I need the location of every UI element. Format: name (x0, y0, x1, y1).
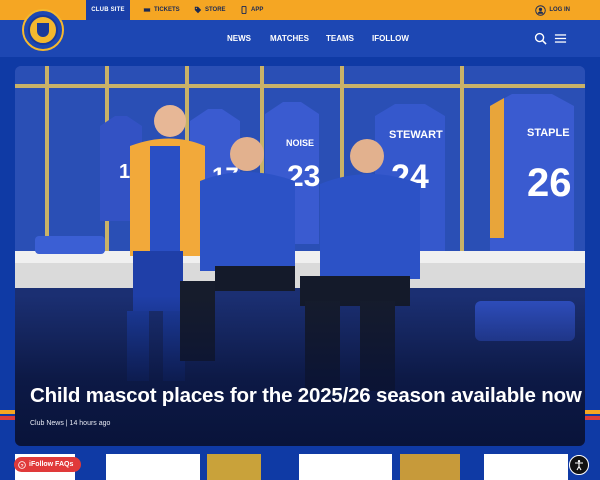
ifollow-faqs-button[interactable]: ? iFollow FAQs (14, 457, 82, 472)
news-card-preview[interactable] (299, 454, 392, 480)
nav-item-ifollow[interactable]: IFOLLOW (372, 20, 409, 57)
login-link[interactable]: LOG IN (535, 0, 570, 20)
main-navigation: NEWS MATCHES TEAMS IFOLLOW (0, 20, 600, 57)
news-card-preview[interactable] (106, 454, 200, 480)
club-crest-logo[interactable] (22, 9, 64, 51)
user-icon (535, 4, 547, 16)
club-site-link[interactable]: CLUB SITE (86, 0, 130, 20)
side-stripe (0, 416, 15, 420)
news-card-preview[interactable] (484, 454, 568, 480)
side-stripe (585, 416, 600, 420)
store-label: STORE (205, 7, 226, 13)
side-stripe (0, 410, 15, 414)
app-label: APP (251, 7, 264, 13)
hero-article-card[interactable]: 15 17 23 24 26 NOISE STEWART STAPLE Chil… (15, 66, 585, 446)
side-stripe (585, 410, 600, 414)
login-label: LOG IN (549, 7, 570, 13)
hero-article-meta: Club News | 14 hours ago (30, 420, 111, 427)
ticket-icon (143, 8, 151, 12)
utility-bar: CLUB SITE TICKETS STORE APP LOG IN (0, 0, 600, 20)
app-link[interactable]: APP (240, 0, 263, 20)
tickets-link[interactable]: TICKETS (143, 0, 180, 20)
hero-headline[interactable]: Child mascot places for the 2025/26 seas… (30, 384, 582, 408)
accessibility-button[interactable] (569, 455, 589, 475)
nav-item-teams[interactable]: TEAMS (326, 20, 354, 57)
phone-icon (241, 6, 247, 14)
shirt-number: 26 (527, 161, 572, 205)
store-link[interactable]: STORE (194, 0, 226, 20)
help-circle-icon: ? (18, 460, 26, 468)
ifollow-faqs-label: iFollow FAQs (29, 461, 74, 468)
nav-item-news[interactable]: NEWS (227, 20, 251, 57)
hamburger-menu-icon[interactable] (554, 32, 567, 45)
news-card-preview[interactable] (207, 454, 261, 480)
tickets-label: TICKETS (154, 7, 180, 13)
accessibility-icon (575, 460, 583, 471)
svg-text:?: ? (21, 462, 24, 468)
tag-icon (194, 6, 202, 14)
search-icon[interactable] (534, 32, 547, 45)
news-card-preview[interactable] (400, 454, 460, 480)
shirt-name: STEWART (389, 129, 443, 141)
shirt-name: NOISE (286, 138, 314, 148)
nav-item-matches[interactable]: MATCHES (270, 20, 309, 57)
shirt-name: STAPLE (527, 127, 570, 139)
